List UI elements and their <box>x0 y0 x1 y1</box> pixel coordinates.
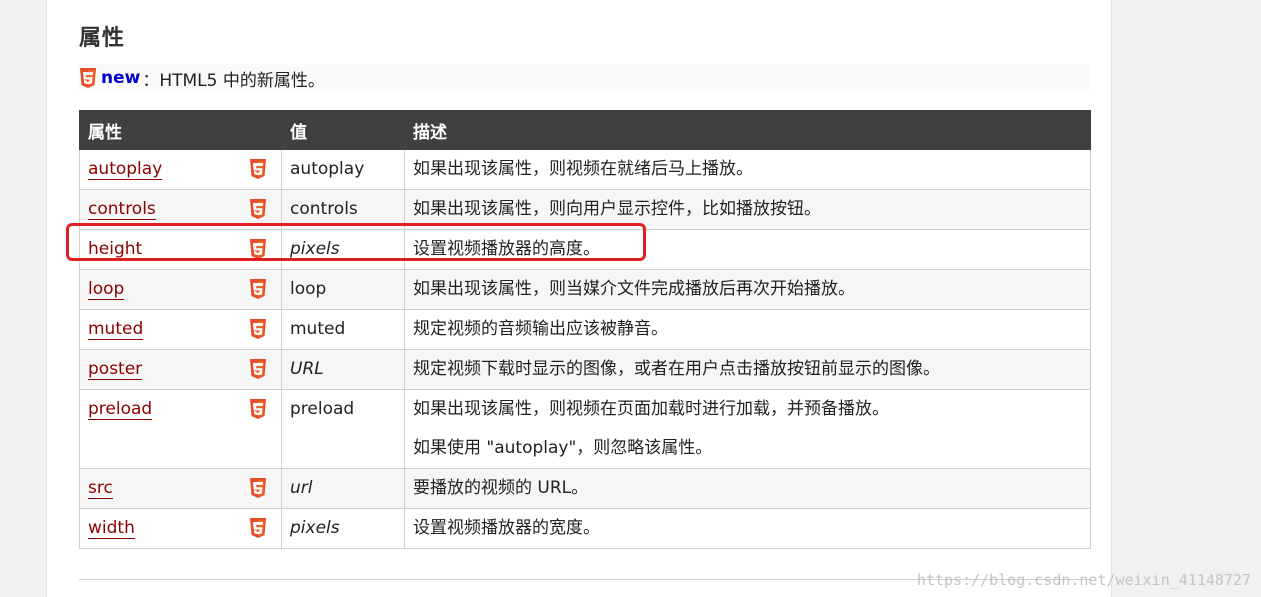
column-header-description: 描述 <box>404 110 1091 150</box>
column-header-attribute: 属性 <box>79 110 282 150</box>
value-cell: URL <box>281 349 405 390</box>
attribute-link-width[interactable]: width <box>88 518 135 539</box>
watermark: https://blog.csdn.net/weixin_41148727 <box>916 571 1251 589</box>
value-cell: pixels <box>281 508 405 549</box>
value-cell: muted <box>281 309 405 350</box>
html5-badge-icon <box>249 399 267 419</box>
attribute-cell: loop <box>79 269 282 310</box>
html5-badge-icon <box>249 159 267 179</box>
description-text: 规定视频的音频输出应该被静音。 <box>413 319 668 339</box>
attribute-cell: src <box>79 468 282 509</box>
html5-badge-icon <box>249 199 267 219</box>
attribute-cell: width <box>79 508 282 549</box>
column-header-value: 值 <box>281 110 405 150</box>
value-cell: url <box>281 468 405 509</box>
description-text: 规定视频下载时显示的图像，或者在用户点击播放按钮前显示的图像。 <box>413 359 940 379</box>
description-cell: 设置视频播放器的宽度。 <box>404 508 1091 549</box>
html5-badge-icon <box>79 68 97 88</box>
description-cell: 规定视频的音频输出应该被静音。 <box>404 309 1091 350</box>
html5-badge-icon <box>249 279 267 299</box>
value-cell: autoplay <box>281 149 405 190</box>
table-row: width pixels 设置视频播放器的宽度。 <box>79 508 1091 549</box>
html5-badge-icon <box>249 319 267 339</box>
attribute-link-controls[interactable]: controls <box>88 199 156 220</box>
attribute-cell: preload <box>79 389 282 469</box>
attribute-cell: autoplay <box>79 149 282 190</box>
attribute-link-loop[interactable]: loop <box>88 279 125 300</box>
description-cell: 规定视频下载时显示的图像，或者在用户点击播放按钮前显示的图像。 <box>404 349 1091 390</box>
attribute-link-poster[interactable]: poster <box>88 359 143 380</box>
description-cell: 如果出现该属性，则当媒介文件完成播放后再次开始播放。 <box>404 269 1091 310</box>
note-text: ：HTML5 中的新属性。 <box>142 70 325 91</box>
value-cell: preload <box>281 389 405 469</box>
description-text: 如果出现该属性，则视频在页面加载时进行加载，并预备播放。 <box>413 399 889 419</box>
attribute-cell: poster <box>79 349 282 390</box>
table-row: muted muted 规定视频的音频输出应该被静音。 <box>79 309 1091 350</box>
attribute-link-preload[interactable]: preload <box>88 399 153 420</box>
description-text: 如果出现该属性，则视频在就绪后马上播放。 <box>413 159 753 179</box>
table-header-row: 属性 值 描述 <box>79 110 1091 150</box>
html5-badge-icon <box>249 359 267 379</box>
description-text: 如果出现该属性，则当媒介文件完成播放后再次开始播放。 <box>413 279 855 299</box>
value-cell: loop <box>281 269 405 310</box>
attributes-table: 属性 值 描述 autoplay autoplay 如果出现该属性，则视频在就绪后马… <box>79 110 1091 549</box>
description-text: 要播放的视频的 URL。 <box>413 478 589 498</box>
description-cell: 如果出现该属性，则视频在就绪后马上播放。 <box>404 149 1091 190</box>
description-text: 设置视频播放器的宽度。 <box>413 518 600 538</box>
highlight-box <box>66 223 646 261</box>
table-row: autoplay autoplay 如果出现该属性，则视频在就绪后马上播放。 <box>79 149 1091 190</box>
table-row: loop loop 如果出现该属性，则当媒介文件完成播放后再次开始播放。 <box>79 269 1091 310</box>
description-text: 如果使用 "autoplay"，则忽略该属性。 <box>413 438 713 458</box>
table-row: poster URL 规定视频下载时显示的图像，或者在用户点击播放按钮前显示的图像。 <box>79 349 1091 390</box>
table-row: preload preload 如果出现该属性，则视频在页面加载时进行加载，并预备播… <box>79 389 1091 469</box>
html5-badge-icon <box>249 518 267 538</box>
html5-badge-icon <box>249 478 267 498</box>
attribute-cell: muted <box>79 309 282 350</box>
attribute-link-muted[interactable]: muted <box>88 319 144 340</box>
table-row: src url 要播放的视频的 URL。 <box>79 468 1091 509</box>
html5-note: new ：HTML5 中的新属性。 <box>79 64 1089 92</box>
description-cell: 如果出现该属性，则视频在页面加载时进行加载，并预备播放。 如果使用 "autopl… <box>404 389 1091 469</box>
description-cell: 要播放的视频的 URL。 <box>404 468 1091 509</box>
attribute-link-autoplay[interactable]: autoplay <box>88 159 163 180</box>
new-keyword: new <box>101 68 141 88</box>
section-heading: 属性 <box>79 26 126 51</box>
attribute-link-src[interactable]: src <box>88 478 113 499</box>
